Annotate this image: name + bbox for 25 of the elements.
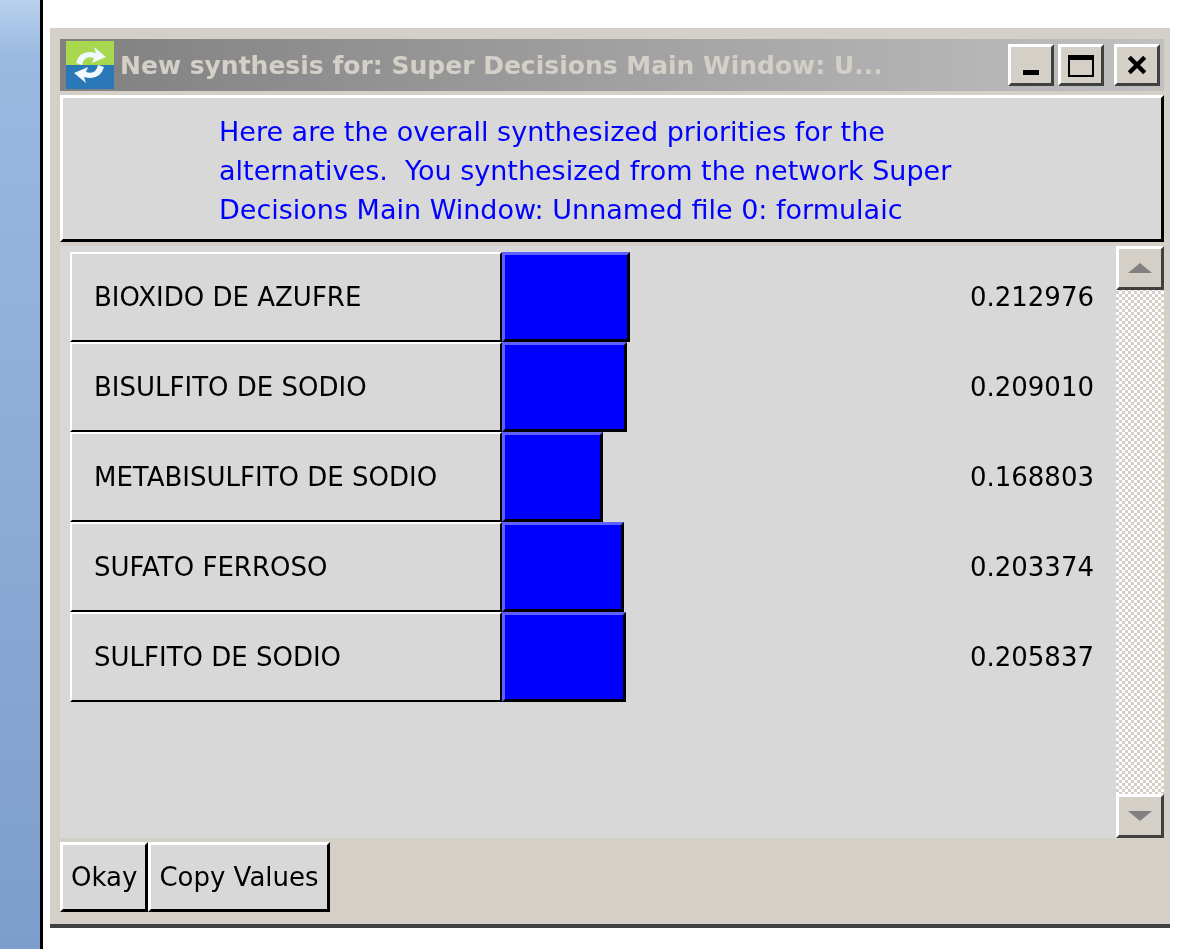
down-arrow-icon [1128,811,1152,821]
scrollbar[interactable] [1116,246,1164,838]
alternative-name: SUFATO FERROSO [70,522,502,612]
close-button[interactable] [1114,44,1160,86]
priority-value: 0.203374 [969,552,1094,582]
close-icon [1126,54,1148,76]
alternative-name: SULFITO DE SODIO [70,612,502,702]
alternative-name: METABISULFITO DE SODIO [70,432,502,522]
app-icon [66,41,114,89]
copy-values-button[interactable]: Copy Values [148,842,330,912]
scroll-up-button[interactable] [1116,246,1164,290]
scroll-down-button[interactable] [1116,794,1164,838]
priority-value: 0.168803 [969,462,1094,492]
alternative-name: BISULFITO DE SODIO [70,342,502,432]
minimize-button[interactable] [1008,44,1054,86]
okay-button[interactable]: Okay [60,842,149,912]
message-text: Here are the overall synthesized priorities for the alternatives. You synthesized from the network Super Decisions Main Window: Unnamed file 0: formulaic [219,115,953,227]
maximize-button[interactable] [1058,44,1104,86]
priority-value: 0.209010 [969,372,1094,402]
alternative-name: BIOXIDO DE AZUFRE [70,252,502,342]
maximize-icon [1068,55,1094,77]
minimize-icon [1023,70,1039,75]
priority-value: 0.212976 [969,282,1094,312]
priority-value: 0.205837 [969,642,1094,672]
up-arrow-icon [1128,263,1152,273]
